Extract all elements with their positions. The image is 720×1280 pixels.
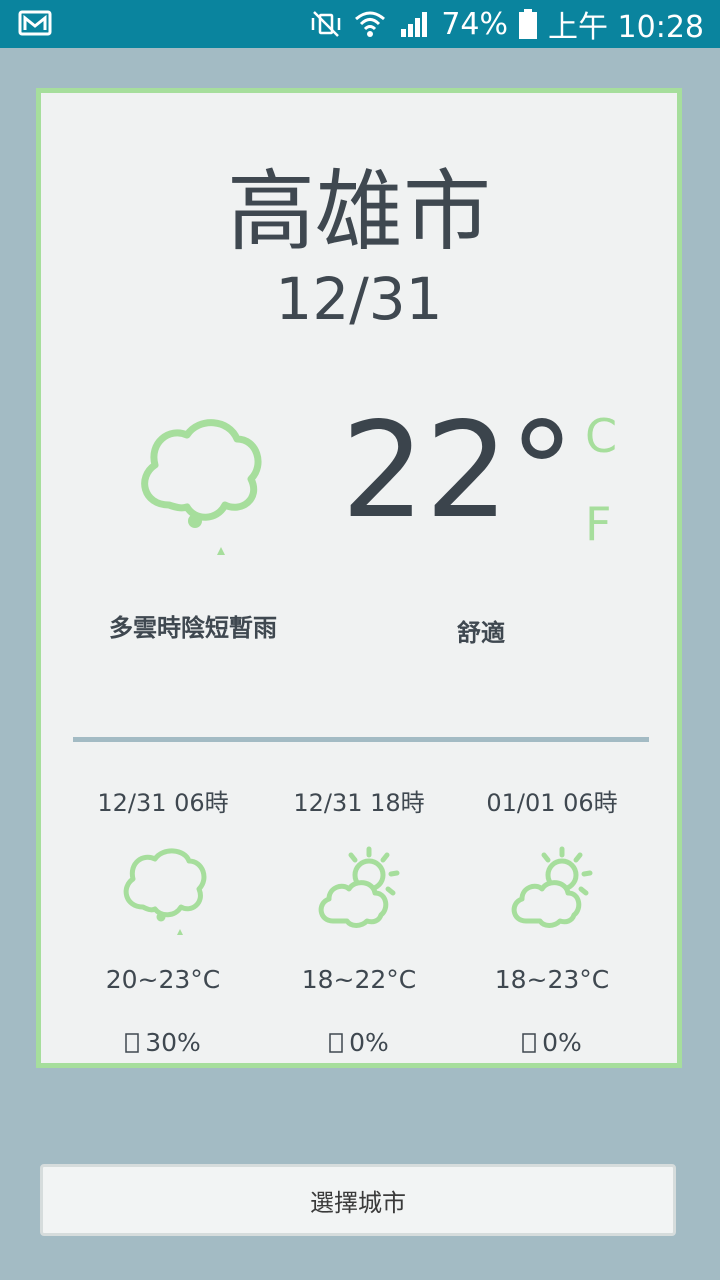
fahrenheit-toggle[interactable]: F xyxy=(585,501,611,547)
umbrella-icon xyxy=(329,1032,343,1053)
weather-description: 多雲時陰短暫雨 xyxy=(109,614,277,642)
cloudy-rain-icon xyxy=(141,419,262,555)
signal-icon xyxy=(401,12,428,37)
select-city-button[interactable]: 選擇城市 xyxy=(40,1164,676,1236)
forecast-temperature: 20~23°C xyxy=(105,965,221,994)
rain-probability: 30% xyxy=(145,1028,201,1057)
city-name: 高雄市 xyxy=(226,160,491,263)
forecast-item: 01/01 06時 18~23°C 0% xyxy=(452,783,652,1057)
battery-percent: 74% xyxy=(441,6,508,42)
date: 12/31 xyxy=(275,265,443,333)
status-bar: 74% 上午 10:28 xyxy=(0,0,720,48)
mute-vibrate-icon xyxy=(312,11,341,37)
weather-card: 高雄市 12/31 22° C F 多雲時陰短暫雨 舒適 12/31 06時 2… xyxy=(36,88,682,1068)
divider xyxy=(73,737,649,742)
forecast-time: 12/31 06時 xyxy=(97,789,229,817)
forecast-rain: 0% xyxy=(452,1028,652,1057)
umbrella-icon xyxy=(125,1032,139,1053)
cloudy-rain-icon xyxy=(123,848,207,935)
forecast-temperature: 18~22°C xyxy=(301,965,417,994)
gmail-icon xyxy=(18,10,52,36)
forecast-time: 01/01 06時 xyxy=(486,789,618,817)
forecast-rain: 0% xyxy=(259,1028,459,1057)
clock: 上午 10:28 xyxy=(548,10,704,45)
forecast-temperature: 18~23°C xyxy=(494,965,610,994)
forecast-time: 12/31 18時 xyxy=(293,789,425,817)
umbrella-icon xyxy=(522,1032,536,1053)
forecast-item: 12/31 18時 18~22°C 0% xyxy=(259,783,459,1057)
celsius-toggle[interactable]: C xyxy=(585,413,617,459)
forecast-rain: 30% xyxy=(63,1028,263,1057)
comfort-level: 舒適 xyxy=(457,619,505,647)
rain-probability: 0% xyxy=(349,1028,389,1057)
partly-cloudy-icon xyxy=(511,846,593,928)
rain-probability: 0% xyxy=(542,1028,582,1057)
partly-cloudy-night-icon xyxy=(318,846,400,928)
forecast-item: 12/31 06時 20~23°C 30% xyxy=(63,783,263,1057)
wifi-icon xyxy=(355,11,386,37)
battery-icon xyxy=(519,9,537,39)
current-temperature: 22° xyxy=(341,394,575,548)
